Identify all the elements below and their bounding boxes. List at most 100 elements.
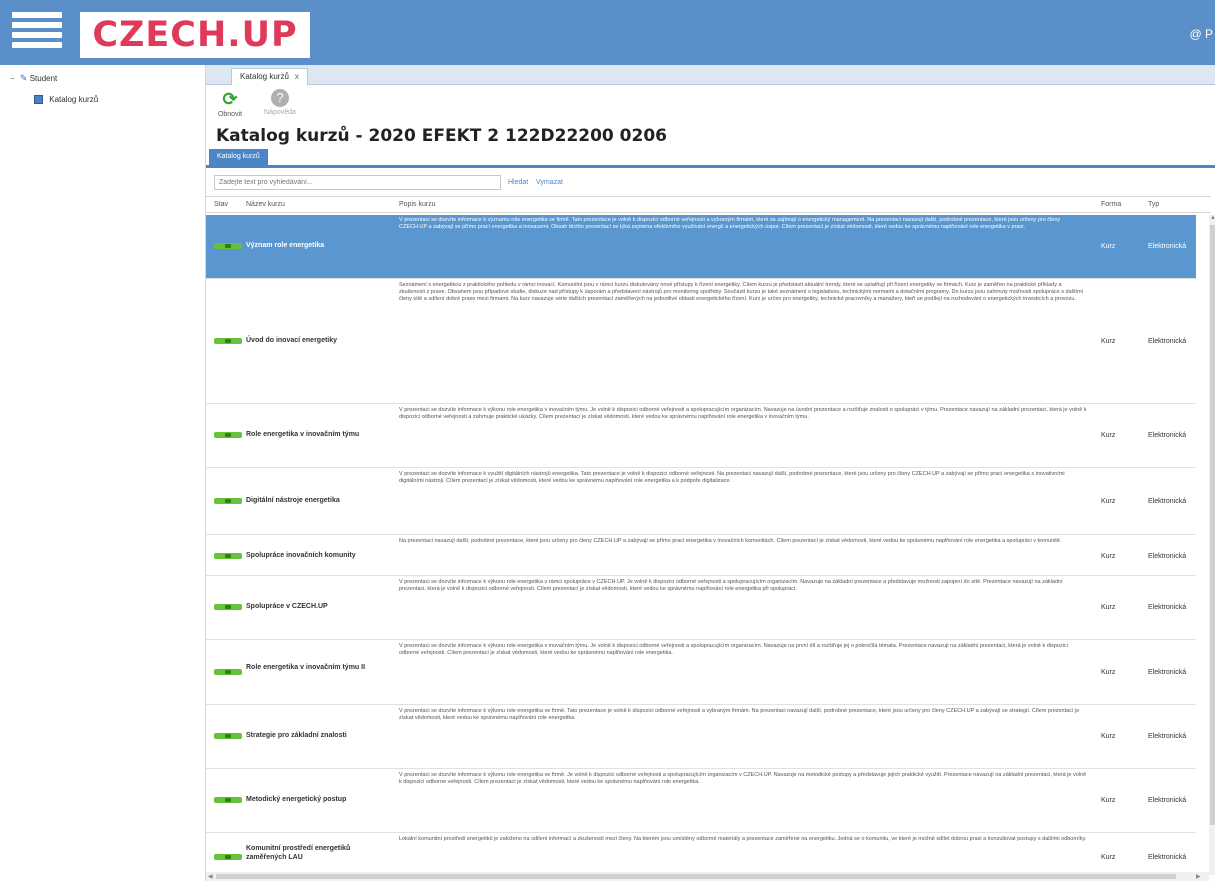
grid-header: Stav Název kurzu Popis kurzu Forma Typ xyxy=(206,196,1211,213)
table-row[interactable]: Role energetika v inovačním týmu V preze… xyxy=(206,405,1196,468)
help-label: Nápověda xyxy=(264,109,296,116)
course-type: Elektronická xyxy=(1148,669,1187,676)
sidebar: − ✎ Student Katalog kurzů xyxy=(0,65,205,881)
status-indicator xyxy=(214,498,242,504)
course-description: V prezentaci se dozvíte informace k výko… xyxy=(399,407,1087,421)
table-row[interactable]: Úvod do inovací energetiky Seznámení s e… xyxy=(206,280,1196,404)
status-indicator xyxy=(214,338,242,344)
subtab-katalog[interactable]: Katalog kurzů xyxy=(209,149,268,165)
scroll-up-icon[interactable]: ▲ xyxy=(1210,215,1215,221)
course-type: Elektronická xyxy=(1148,498,1187,505)
refresh-button[interactable]: ⟳ Obnovit xyxy=(210,89,250,118)
column-form[interactable]: Forma xyxy=(1101,201,1121,208)
tab-katalog[interactable]: Katalog kurzů x xyxy=(231,68,308,85)
course-form: Kurz xyxy=(1101,854,1116,861)
course-form: Kurz xyxy=(1101,243,1116,250)
course-description: V prezentaci se dozvíte informace k výko… xyxy=(399,708,1080,722)
course-name: Role energetika v inovačním týmu xyxy=(246,431,360,438)
course-type: Elektronická xyxy=(1148,854,1187,861)
course-name: Digitální nástroje energetika xyxy=(246,497,340,504)
column-status[interactable]: Stav xyxy=(214,201,228,208)
course-type: Elektronická xyxy=(1148,797,1187,804)
sidebar-item-label: Student xyxy=(29,74,58,83)
course-form: Kurz xyxy=(1101,432,1116,439)
course-name: Úvod do inovací energetiky xyxy=(246,337,338,344)
sidebar-item-student[interactable]: − ✎ Student xyxy=(10,73,57,84)
status-indicator xyxy=(214,669,242,675)
help-icon: ? xyxy=(271,89,289,107)
clear-button[interactable]: Vymazat xyxy=(536,179,563,186)
scrollbar-thumb[interactable] xyxy=(216,874,1176,879)
column-type[interactable]: Typ xyxy=(1148,201,1159,208)
course-description: Na prezentaci navazují další, podrobné p… xyxy=(399,538,1062,544)
course-description: Seznámení s energetikou z praktického po… xyxy=(399,282,1083,303)
brand-logo: CZECH.UP xyxy=(80,12,310,58)
course-name: Role energetika v inovačním týmu II xyxy=(246,664,366,671)
table-row[interactable]: Metodický energetický postup V prezentac… xyxy=(206,770,1196,833)
status-indicator xyxy=(214,797,242,803)
course-form: Kurz xyxy=(1101,669,1116,676)
course-name: Strategie pro základní znalosti xyxy=(246,732,347,739)
table-row[interactable]: Strategie pro základní znalosti V prezen… xyxy=(206,706,1196,769)
search-input[interactable] xyxy=(214,175,501,190)
user-menu[interactable]: @ P xyxy=(1189,27,1213,41)
page-title: Katalog kurzů - 2020 EFEKT 2 122D22200 0… xyxy=(216,126,667,146)
course-form: Kurz xyxy=(1101,733,1116,740)
course-form: Kurz xyxy=(1101,604,1116,611)
tab-label: Katalog kurzů xyxy=(240,72,289,81)
column-name[interactable]: Název kurzu xyxy=(246,201,285,208)
course-type: Elektronická xyxy=(1148,553,1187,560)
course-type: Elektronická xyxy=(1148,338,1187,345)
search-button[interactable]: Hledat xyxy=(508,179,528,186)
course-type: Elektronická xyxy=(1148,243,1187,250)
table-row[interactable]: Spolupráce v CZECH.UP V prezentaci se do… xyxy=(206,577,1196,640)
course-name: Metodický energetický postup xyxy=(246,796,347,803)
course-description: Lokální komunitní prostředí energetiků j… xyxy=(399,836,1087,842)
course-form: Kurz xyxy=(1101,553,1116,560)
table-row[interactable]: Role energetika v inovačním týmu II V pr… xyxy=(206,641,1196,705)
course-type: Elektronická xyxy=(1148,432,1187,439)
course-grid: Stav Název kurzu Popis kurzu Forma Typ V… xyxy=(206,196,1211,876)
course-name: Spolupráce v CZECH.UP xyxy=(246,603,328,610)
table-row[interactable]: Význam role energetika V prezentaci se d… xyxy=(206,215,1196,279)
course-form: Kurz xyxy=(1101,338,1116,345)
close-icon[interactable]: x xyxy=(295,72,299,81)
document-icon xyxy=(34,95,43,105)
status-indicator xyxy=(214,854,242,860)
refresh-label: Obnovit xyxy=(217,111,243,118)
status-indicator xyxy=(214,553,242,559)
course-description: V prezentaci se dozvíte informace k výko… xyxy=(399,772,1087,786)
sidebar-item-katalog[interactable]: Katalog kurzů xyxy=(34,95,99,105)
table-row[interactable]: Komunitní prostředí energetiků zaměřenýc… xyxy=(206,834,1196,876)
help-button[interactable]: ? Nápověda xyxy=(260,89,300,116)
tab-strip: Katalog kurzů x xyxy=(206,65,1215,85)
course-description: V prezentaci se dozvíte informace k využ… xyxy=(399,471,1065,485)
status-indicator xyxy=(214,604,242,610)
subtab-bar: Katalog kurzů xyxy=(206,149,1215,168)
column-description[interactable]: Popis kurzu xyxy=(399,201,436,208)
horizontal-scrollbar[interactable]: ◀ ▶ xyxy=(206,872,1209,881)
course-type: Elektronická xyxy=(1148,604,1187,611)
refresh-icon: ⟳ xyxy=(222,89,238,109)
scroll-left-icon[interactable]: ◀ xyxy=(208,873,213,880)
course-form: Kurz xyxy=(1101,797,1116,804)
status-indicator xyxy=(214,432,242,438)
course-description: V prezentaci se dozvíte informace k význ… xyxy=(399,217,1061,231)
course-type: Elektronická xyxy=(1148,733,1187,740)
table-row[interactable]: Digitální nástroje energetika V prezenta… xyxy=(206,469,1196,535)
course-description: V prezentaci se dozvíte informace k výko… xyxy=(399,643,1068,657)
table-row[interactable]: Spolupráce inovačních komunity Na prezen… xyxy=(206,536,1196,576)
sidebar-item-label: Katalog kurzů xyxy=(49,95,99,104)
course-name: Spolupráce inovačních komunity xyxy=(246,552,356,559)
pin-icon: ✎ xyxy=(19,73,28,83)
scroll-right-icon[interactable]: ▶ xyxy=(1196,873,1201,880)
collapse-icon[interactable]: − xyxy=(10,74,15,83)
scrollbar-thumb[interactable] xyxy=(1210,225,1215,825)
vertical-scrollbar[interactable]: ▲ xyxy=(1209,215,1215,875)
main-panel: Katalog kurzů x ⟳ Obnovit ? Nápověda Kata… xyxy=(205,65,1215,881)
status-indicator xyxy=(214,243,242,249)
course-name: Význam role energetika xyxy=(246,242,325,249)
status-indicator xyxy=(214,733,242,739)
course-form: Kurz xyxy=(1101,498,1116,505)
menu-icon[interactable] xyxy=(12,12,62,56)
